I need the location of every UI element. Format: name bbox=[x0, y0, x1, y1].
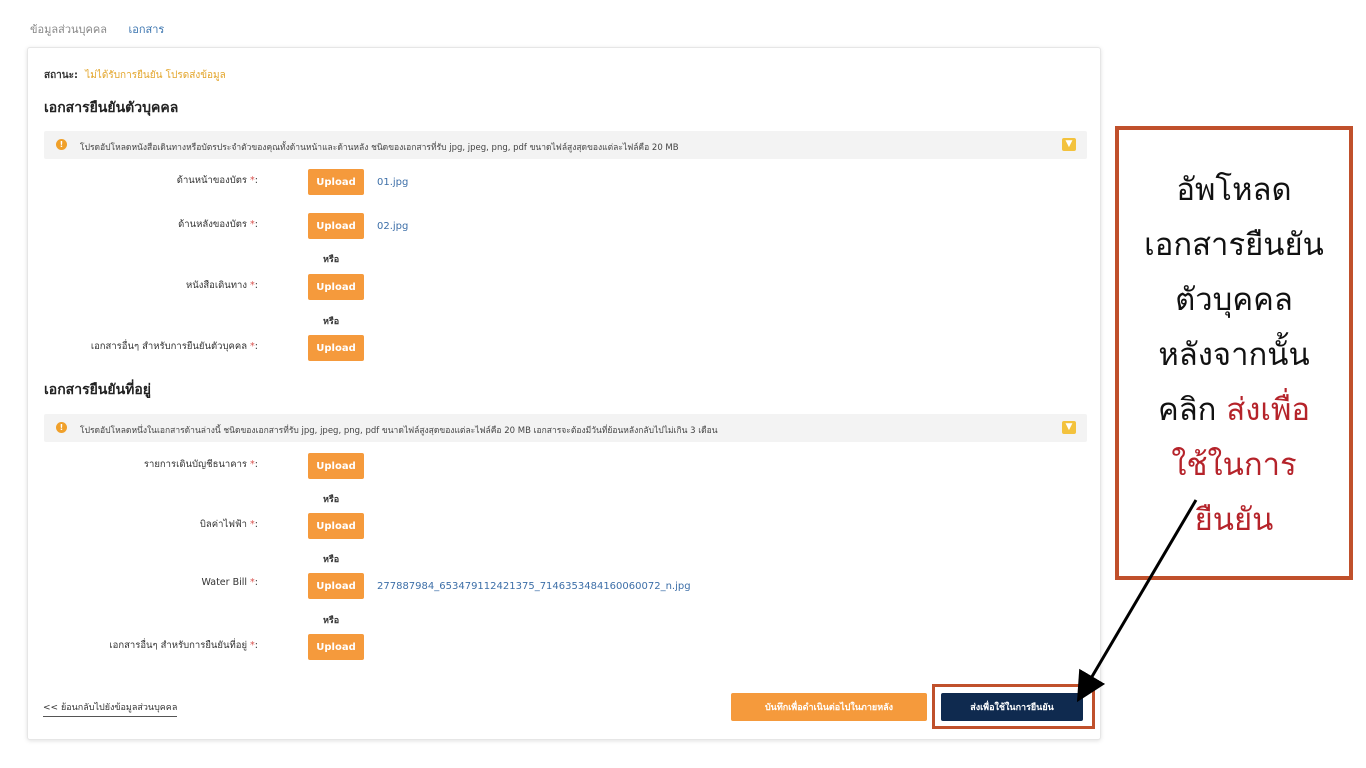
pointer-arrow bbox=[1076, 499, 1198, 703]
